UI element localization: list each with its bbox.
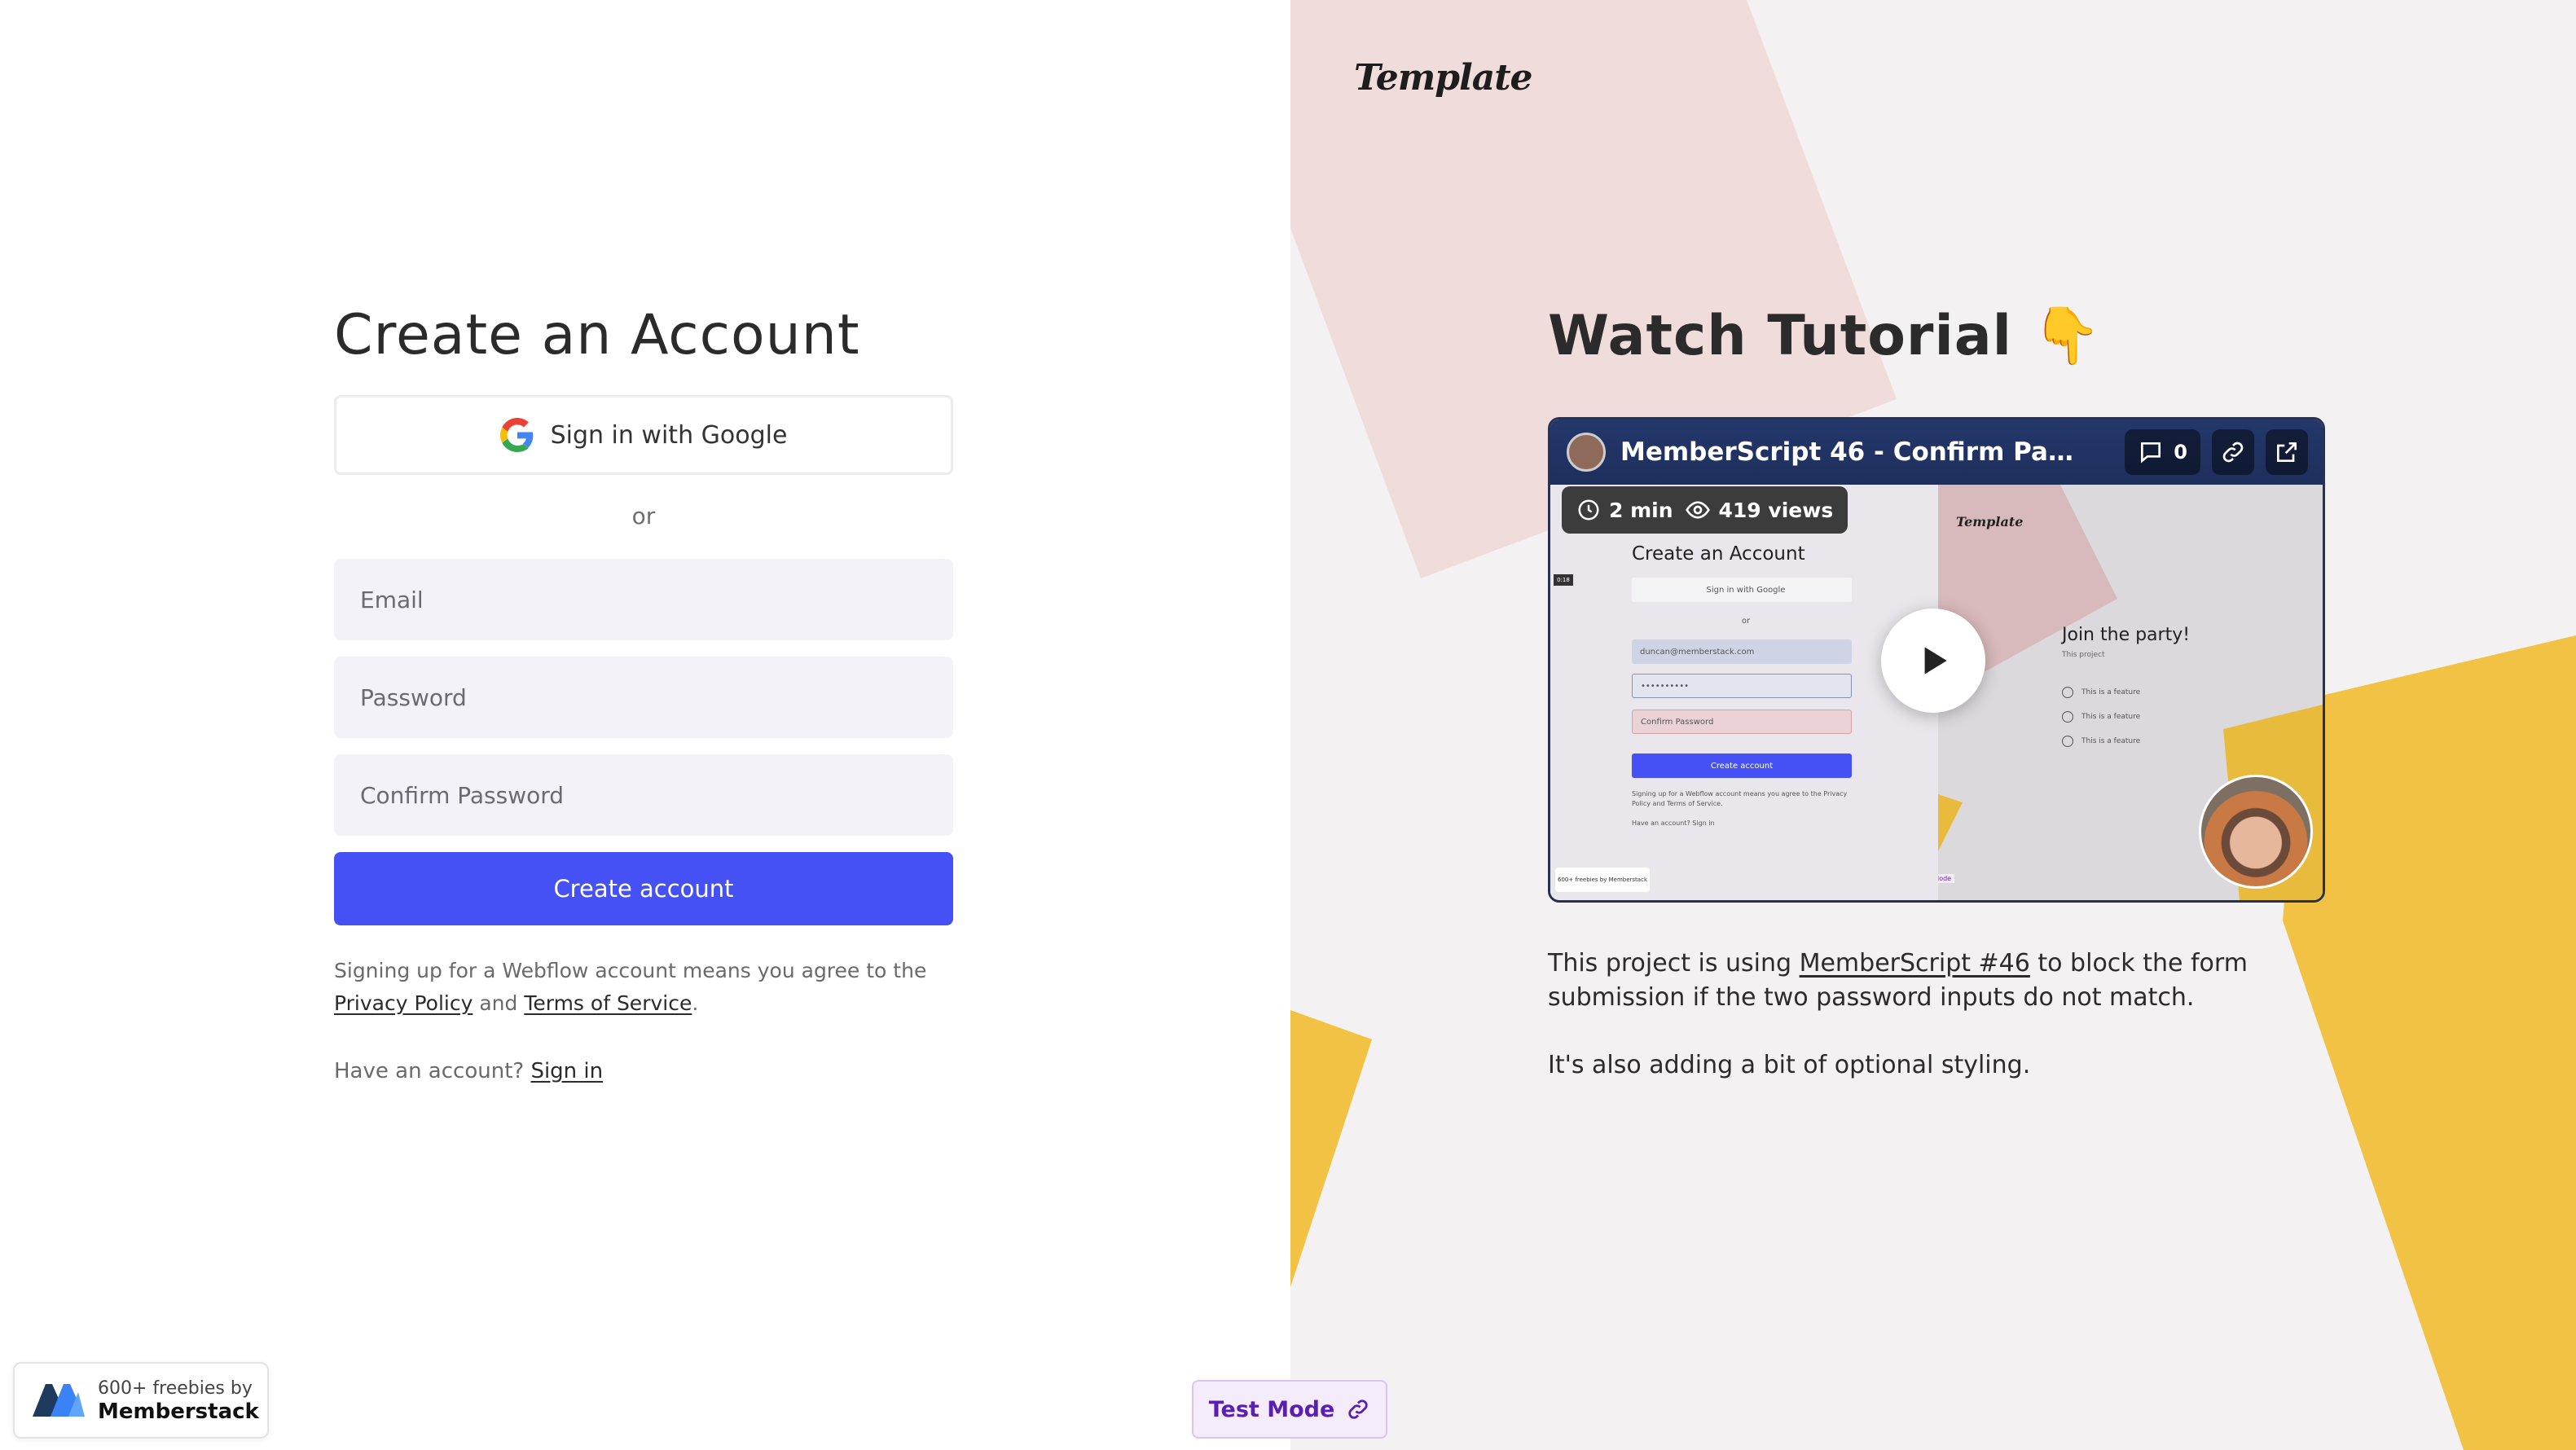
video-title[interactable]: MemberScript 46 - Confirm Passwor... xyxy=(1620,437,2085,467)
or-divider: or xyxy=(631,503,656,529)
video-template-logo: Template xyxy=(1956,514,2024,529)
video-header: MemberScript 46 - Confirm Passwor... 0 xyxy=(1550,420,2323,485)
check-icon xyxy=(2062,711,2073,723)
link-icon xyxy=(2222,442,2244,463)
memberscript-link[interactable]: MemberScript #46 xyxy=(1800,949,2030,978)
page-title: Create an Account xyxy=(334,303,860,367)
memberstack-badge-text: 600+ freebies by Memberstack xyxy=(98,1378,259,1423)
video-google-row: Sign in with Google xyxy=(1632,578,1852,602)
terms-of-service-link[interactable]: Terms of Service xyxy=(524,991,692,1015)
video-duration: 2 min xyxy=(1609,498,1673,522)
terms-prefix: Signing up for a Webflow account means y… xyxy=(334,959,927,982)
comments-button[interactable]: 0 xyxy=(2125,429,2200,475)
check-icon xyxy=(2062,736,2073,747)
google-signin-button[interactable]: Sign in with Google xyxy=(334,395,953,475)
play-button[interactable] xyxy=(1881,609,1985,713)
tutorial-description-2: It's also adding a bit of optional styli… xyxy=(1548,1051,2031,1079)
video-join-heading: Join the party! xyxy=(2062,625,2191,645)
sign-in-link[interactable]: Sign in xyxy=(530,1059,603,1083)
google-icon xyxy=(499,418,533,452)
presenter-avatar xyxy=(2199,775,2313,889)
tutorial-panel: Template Watch Tutorial 👇 Create an Acco… xyxy=(1290,0,2576,1450)
video-feature-text: This is a feature xyxy=(2081,737,2141,745)
create-account-button[interactable]: Create account xyxy=(334,852,953,925)
video-feature-1: This is a feature xyxy=(2062,687,2140,698)
terms-period: . xyxy=(692,991,699,1015)
video-test-mode: Test Mode xyxy=(1938,874,1955,883)
terms-text: Signing up for a Webflow account means y… xyxy=(334,955,953,1020)
video-create-button: Create account xyxy=(1632,754,1852,778)
privacy-policy-link[interactable]: Privacy Policy xyxy=(334,991,473,1015)
video-or-row: or xyxy=(1741,616,1751,626)
check-icon xyxy=(2062,687,2073,698)
memberstack-badge[interactable]: 600+ freebies by Memberstack xyxy=(13,1362,269,1439)
memberstack-logo-icon xyxy=(33,1384,85,1417)
video-join-sub: This project xyxy=(2062,651,2105,659)
watch-tutorial-text: Watch Tutorial xyxy=(1548,304,2012,368)
video-preview-form: Create an Account Sign in with Google or… xyxy=(1550,485,1938,900)
video-terms: Signing up for a Webflow account means y… xyxy=(1632,790,1848,807)
copy-link-button[interactable] xyxy=(2212,429,2254,475)
template-logo: Template xyxy=(1354,57,1533,99)
watch-tutorial-heading: Watch Tutorial 👇 xyxy=(1548,303,2102,368)
video-feature-text: This is a feature xyxy=(2081,688,2141,696)
pointing-down-icon: 👇 xyxy=(2032,304,2103,368)
comment-icon xyxy=(2141,442,2161,464)
confirm-password-field[interactable] xyxy=(334,754,953,836)
video-timestamp: 0:18 xyxy=(1554,574,1573,586)
play-icon xyxy=(1924,647,1947,674)
terms-and: and xyxy=(479,991,518,1015)
test-mode-button[interactable]: Test Mode xyxy=(1192,1380,1387,1439)
link-icon xyxy=(1348,1399,1368,1419)
duration-meta: 2 min xyxy=(1576,498,1673,522)
avatar xyxy=(1567,433,1606,472)
have-account-text: Have an account? Sign in xyxy=(334,1059,953,1083)
signup-form: Create an Account Sign in with Google or… xyxy=(334,303,953,1083)
clock-icon xyxy=(1578,499,1599,521)
video-memberstack-badge: 600+ freebies by Memberstack xyxy=(1555,868,1650,892)
video-confirm-row: Confirm Password xyxy=(1632,710,1852,734)
video-feature-text: This is a feature xyxy=(2081,713,2141,721)
tutorial-description: This project is using MemberScript #46 t… xyxy=(1548,947,2306,1015)
video-actions: 0 xyxy=(2125,429,2308,475)
signup-panel: Create an Account Sign in with Google or… xyxy=(0,0,1290,1450)
test-mode-label: Test Mode xyxy=(1208,1396,1335,1422)
tutorial-video[interactable]: Create an Account Sign in with Google or… xyxy=(1548,417,2325,903)
desc-prefix: This project is using xyxy=(1548,949,1792,978)
open-external-button[interactable] xyxy=(2266,429,2308,475)
password-field[interactable] xyxy=(334,657,953,738)
video-password-row: •••••••••• xyxy=(1632,674,1852,698)
video-have-account: Have an account? Sign in xyxy=(1632,819,1715,827)
video-feature-2: This is a feature xyxy=(2062,711,2140,723)
external-link-icon xyxy=(2277,442,2297,462)
video-form-title: Create an Account xyxy=(1632,543,1805,565)
google-signin-label: Sign in with Google xyxy=(550,420,788,450)
have-account-label: Have an account? xyxy=(334,1059,525,1083)
video-email-row: duncan@memberstack.com xyxy=(1632,639,1852,664)
video-feature-3: This is a feature xyxy=(2062,736,2140,747)
eye-icon xyxy=(1685,501,1710,519)
email-field[interactable] xyxy=(334,559,953,640)
badge-small-text: 600+ freebies by xyxy=(98,1378,253,1399)
views-meta: 419 views xyxy=(1685,497,1834,523)
video-meta: 2 min 419 views xyxy=(1562,486,1848,534)
video-views: 419 views xyxy=(1718,498,1834,522)
badge-brand-text: Memberstack xyxy=(98,1399,259,1424)
comment-count: 0 xyxy=(2174,441,2187,464)
